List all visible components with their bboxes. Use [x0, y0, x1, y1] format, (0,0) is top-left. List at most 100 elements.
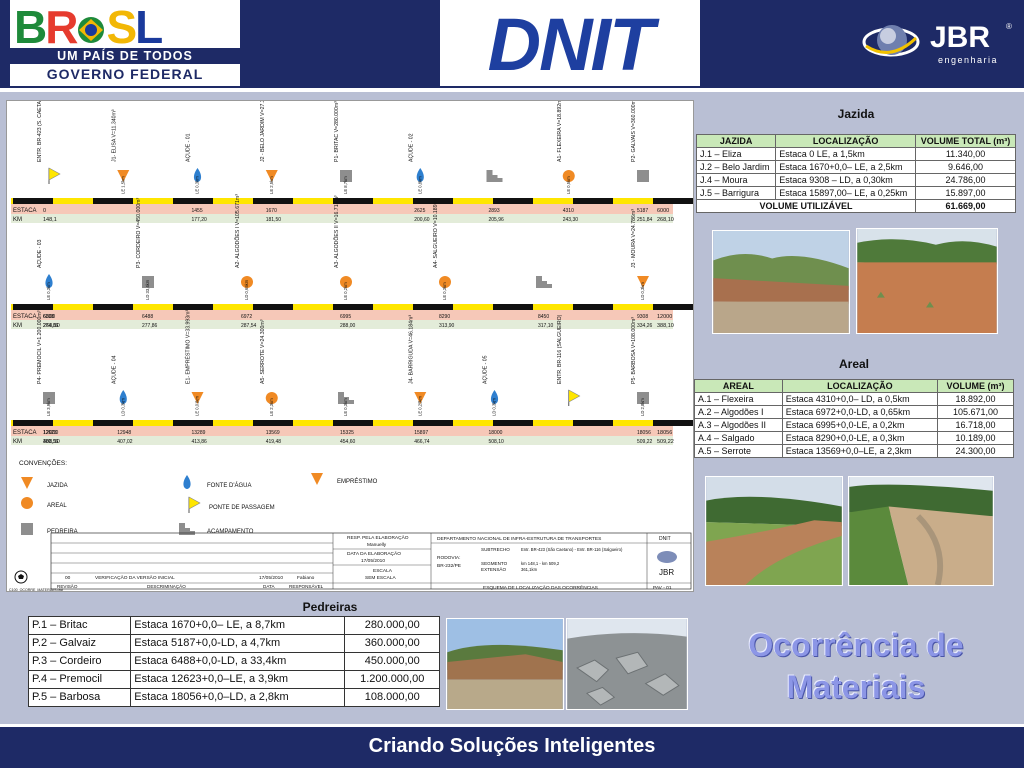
- occurrence-label: J2 - BELO JARDIM V=27.313m³: [260, 101, 266, 162]
- table-row: P.1 – Britac Estaca 1670+0,0– LE, a 8,7km…: [27, 616, 440, 635]
- road-segment: [13, 304, 53, 310]
- road-segment: [93, 304, 133, 310]
- cell: 108.000,00: [344, 688, 440, 707]
- cell: 16.718,00: [937, 418, 1014, 432]
- cell: 10.189,00: [937, 431, 1014, 445]
- jazida-icon: [568, 389, 581, 406]
- pedreiras-table: P.1 – Britac Estaca 1670+0,0– LE, a 8,7km…: [27, 616, 440, 707]
- road-segment: [573, 198, 613, 204]
- occurrence-km: 177,20: [192, 217, 208, 223]
- legend-label: PEDREIRA: [47, 529, 78, 535]
- resp-label: RESP. PELA ELABORAÇÃO: [347, 534, 409, 541]
- occurrence-km: 407,02: [117, 439, 133, 445]
- occurrence-estaca: 13569: [266, 430, 280, 436]
- occurrence-km: 277,86: [142, 323, 158, 329]
- km-start: 148,1: [43, 217, 57, 223]
- pedreiras-title: Pedreiras: [302, 600, 358, 614]
- road-segment: [653, 198, 693, 204]
- brasil-wordmark: BR SL: [14, 0, 163, 54]
- occurrence-estaca: 15325: [340, 430, 354, 436]
- cell: Estaca 8290+0,0-LE, a 0,3km: [781, 431, 939, 445]
- occurrence-offset: LE 0,3km: [442, 282, 447, 300]
- occurrence-offset: LE 0,25km: [417, 395, 422, 416]
- occurrence-label: AÇUDE - 05: [483, 355, 489, 384]
- estaca-end: 12000: [657, 314, 672, 320]
- road-segment: [13, 420, 53, 426]
- occurrence-label: A5- SERROTE V=24.300m³: [260, 319, 266, 384]
- legend-areal-icon: [21, 497, 33, 509]
- areal-photo-2: [848, 476, 994, 586]
- cell: 15.897,00: [915, 186, 1016, 200]
- areal-table: AREAL LOCALIZAÇÃO VOLUME (m³) A.1 – Flex…: [694, 379, 1014, 458]
- jbr-titleblock-globe-icon: [657, 551, 677, 563]
- occurrence-estaca: 4310: [563, 208, 574, 214]
- occurrence-estaca: 18056: [637, 430, 651, 436]
- occurrence-label: AÇUDE - 04: [111, 355, 117, 384]
- occurrence-label: J3 - MOURA V=24.786m³: [631, 209, 637, 268]
- soccer-ball-icon: [14, 570, 28, 584]
- cell: 1.200.000,00: [344, 670, 440, 689]
- date-value: 17/05/2010: [361, 558, 385, 564]
- brasil-flag-icon: [78, 17, 105, 43]
- km-end: 509,22: [657, 439, 674, 445]
- header-divider: [0, 88, 1024, 92]
- dnit-wordmark: DNIT: [487, 3, 655, 86]
- resp-value: Manuelly: [367, 542, 387, 548]
- cell: Estaca 12623+0,0–LE, a 3,9km: [130, 670, 346, 689]
- legend-label: PONTE DE PASSAGEM: [209, 505, 275, 511]
- cell: Estaca 4310+0,0– LD, a 0,5km: [781, 392, 939, 406]
- km-label: KM: [13, 217, 22, 223]
- slide: BR SL UM PAÍS DE TODOS GOVERNO FEDERAL DN…: [0, 0, 1024, 768]
- occurrence-label: AÇUDE - 02: [408, 133, 414, 162]
- cell: 11.340,00: [915, 147, 1016, 161]
- occurrence-km: 200,60: [414, 217, 430, 223]
- estaca-end: 18056: [657, 430, 672, 436]
- km-label: KM: [13, 439, 22, 445]
- occurrence-offset: LD 0,65km: [244, 279, 249, 300]
- cell: P.3 – Cordeiro: [27, 652, 132, 671]
- rodovia-label: RODOVIA:: [437, 555, 460, 561]
- occurrence-estaca: 15897: [414, 430, 428, 436]
- occurrence-offset: LE 0,01km: [195, 395, 200, 416]
- legend-passagem-icon: [188, 496, 201, 513]
- subtrecho-label: SUBTRECHO: [481, 547, 510, 552]
- revision-number: 00: [65, 575, 71, 581]
- occurrence-label: ENTR. BR-116 (SALGUEIRO): [557, 314, 563, 384]
- cell: P.5 – Barbosa: [27, 688, 132, 707]
- total-label: VOLUME UTILIZÁVEL: [695, 199, 917, 213]
- road-segment: [253, 420, 293, 426]
- occurrence-estaca: 1670: [266, 208, 277, 214]
- occurrence-estaca: 18000: [489, 430, 503, 436]
- subtrecho-value: Entr. BR-423 (São Caetano) - Entr. BR-11…: [521, 547, 623, 552]
- date-header: DATA: [263, 584, 276, 589]
- estaca-label: ESTACA: [13, 314, 37, 320]
- revision-description: VERIFICAÇÃO DA VERSÃO INICIAL: [95, 574, 175, 581]
- occurrence-km: 419,48: [266, 439, 282, 445]
- dept-name: DEPARTAMENTO NACIONAL DE INFRA-ESTRUTURA…: [437, 536, 601, 542]
- pedreira-photo-1: [446, 618, 564, 710]
- occurrence-offset: LD 0,3km: [120, 398, 125, 416]
- dnit-label: DNIT: [659, 536, 671, 542]
- cell: J.1 – Eliza: [695, 147, 777, 161]
- road-segment: [93, 198, 133, 204]
- occurrence-estaca: 6338: [43, 314, 54, 320]
- estaca-label: ESTACA: [13, 208, 37, 214]
- cell: Estaca 15897,00– LE, a 0,25km: [775, 186, 917, 200]
- slide-title-line-1: Ocorrência de: [748, 627, 964, 663]
- occurrence-km: 243,30: [563, 217, 579, 223]
- cell: P.1 – Britac: [27, 616, 132, 635]
- occurrence-label: J4- BARRIGUDA V=46.184m³: [408, 315, 414, 384]
- legend-label: FONTE D'ÁGUA: [207, 482, 251, 489]
- extensao-label: EXTENSÃO: [481, 566, 506, 572]
- cell: Estaca 13569+0,0–LE, a 2,3km: [781, 444, 939, 458]
- occurrence-offset: LE 8,7km: [343, 176, 348, 194]
- table-row: J.2 – Belo Jardim Estaca 1670+0,0– LE, a …: [695, 160, 1016, 174]
- drawing-title: ESQUEMA DE LOCALIZAÇÃO DAS OCORRÊNCIAS: [483, 583, 598, 591]
- cell: Estaca 6488+0,0-LD, a 33,4km: [130, 652, 346, 671]
- occurrence-km: 251,84: [637, 217, 653, 223]
- cell: Estaca 0 LE, a 1,5km: [775, 147, 917, 161]
- table-row: J.1 – Eliza Estaca 0 LE, a 1,5km 11.340,00: [695, 147, 1016, 161]
- brasil-letter: L: [135, 1, 163, 53]
- cell: Estaca 6995+0,0-LE, a 0,2km: [781, 418, 939, 432]
- responsible-header: RESPONSÁVEL: [289, 583, 324, 589]
